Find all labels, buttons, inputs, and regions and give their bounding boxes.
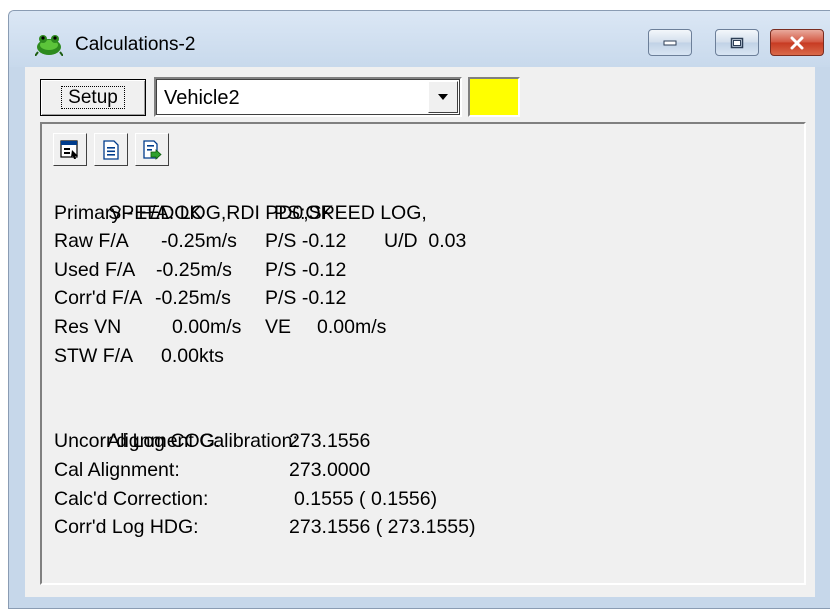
green-frog-icon [35,35,63,56]
stw-line: STW F/A 0.00kts [54,342,794,371]
res-ve-label: VE [265,315,292,338]
stw-value: 0.00kts [161,344,224,367]
stw-label: STW F/A [54,344,134,367]
uncorrd-cog-value: 273.1556 [289,430,371,453]
corrd-hdg-label: Corr'd Log HDG: [54,516,199,539]
export-icon [143,139,162,160]
status-color-indicator [468,77,520,117]
res-label: Res VN [54,315,122,338]
document-button[interactable] [94,133,128,166]
corrd-ps-value: P/S -0.12 [265,287,347,310]
window-icon [60,139,78,159]
calculation-readout: SPEED LOG,RDI PD0,SPEED LOG, Primary - F… [54,170,794,542]
calcd-correction-value: 0.1555 ( 0.1556) [294,487,438,510]
calcd-correction-line: Calc'd Correction: 0.1555 ( 0.1556) [54,485,794,514]
used-fa-value: -0.25m/s [156,258,232,281]
calculation-panel: SPEED LOG,RDI PD0,SPEED LOG, Primary - F… [40,122,806,585]
used-velocity-line: Used F/A -0.25m/s P/S -0.12 [54,256,794,285]
raw-label: Raw F/A [54,230,129,253]
minimize-icon [663,40,677,45]
cal-alignment-label: Cal Alignment: [54,458,180,481]
maximize-icon [730,37,744,48]
export-button[interactable] [135,133,169,166]
used-label: Used F/A [54,258,136,281]
setup-button-label: Setup [61,86,125,109]
view-window-button[interactable] [53,133,87,166]
close-button[interactable] [770,29,824,56]
chevron-down-icon [438,94,448,100]
resultant-velocity-line: Res VN 0.00m/s VE 0.00m/s [54,313,794,342]
alignment-heading-line: Alignment Calibration: [54,399,794,452]
minimize-button[interactable] [648,29,692,56]
vehicle-select-dropdown-button[interactable] [428,81,458,113]
raw-fa-value: -0.25m/s [161,230,237,253]
vehicle-select-value: Vehicle2 [164,87,240,109]
calculations-window: Calculations-2 Setup Vehicle2 SPEED LOG,… [8,10,830,609]
used-ps-value: P/S -0.12 [265,258,347,281]
corrd-label: Corr'd F/A [54,287,143,310]
primary-fa-status: Primary - F/A:OK [54,201,203,224]
maximize-button[interactable] [715,29,759,56]
raw-ps-value: P/S -0.12 [265,230,347,253]
primary-status-line: Primary - F/A:OK PS:OK [54,199,794,228]
close-icon [790,36,804,49]
corrd-fa-value: -0.25m/s [155,287,231,310]
window-title: Calculations-2 [75,34,196,55]
corrected-velocity-line: Corr'd F/A -0.25m/s P/S -0.12 [54,284,794,313]
res-ve-value: 0.00m/s [317,315,387,338]
uncorrected-cog-line: Uncorr'd Log COG: 273.1556 [54,427,794,456]
raw-ud-value: U/D 0.03 [384,230,467,253]
vehicle-select[interactable]: Vehicle2 [154,77,462,117]
cal-alignment-line: Cal Alignment: 273.0000 [54,456,794,485]
document-icon [103,139,119,160]
setup-button[interactable]: Setup [40,79,146,116]
title-bar[interactable]: Calculations-2 [9,11,830,67]
window-bottom-border [25,597,815,608]
corrd-hdg-value: 273.1556 ( 273.1555) [289,516,476,539]
cal-alignment-value: 273.0000 [289,458,371,481]
corrected-hdg-line: Corr'd Log HDG: 273.1556 ( 273.1555) [54,513,794,542]
calcd-correction-label: Calc'd Correction: [54,487,209,510]
res-vn-value: 0.00m/s [172,315,242,338]
raw-velocity-line: Raw F/A -0.25m/s P/S -0.12 U/D 0.03 [54,227,794,256]
uncorrd-cog-label: Uncorr'd Log COG: [54,430,221,453]
source-header-line: SPEED LOG,RDI PD0,SPEED LOG, [54,170,794,224]
primary-ps-status: PS:OK [274,201,334,224]
window-client-area: Setup Vehicle2 SPEED LOG,RDI PD0,SPEED L… [25,67,815,597]
